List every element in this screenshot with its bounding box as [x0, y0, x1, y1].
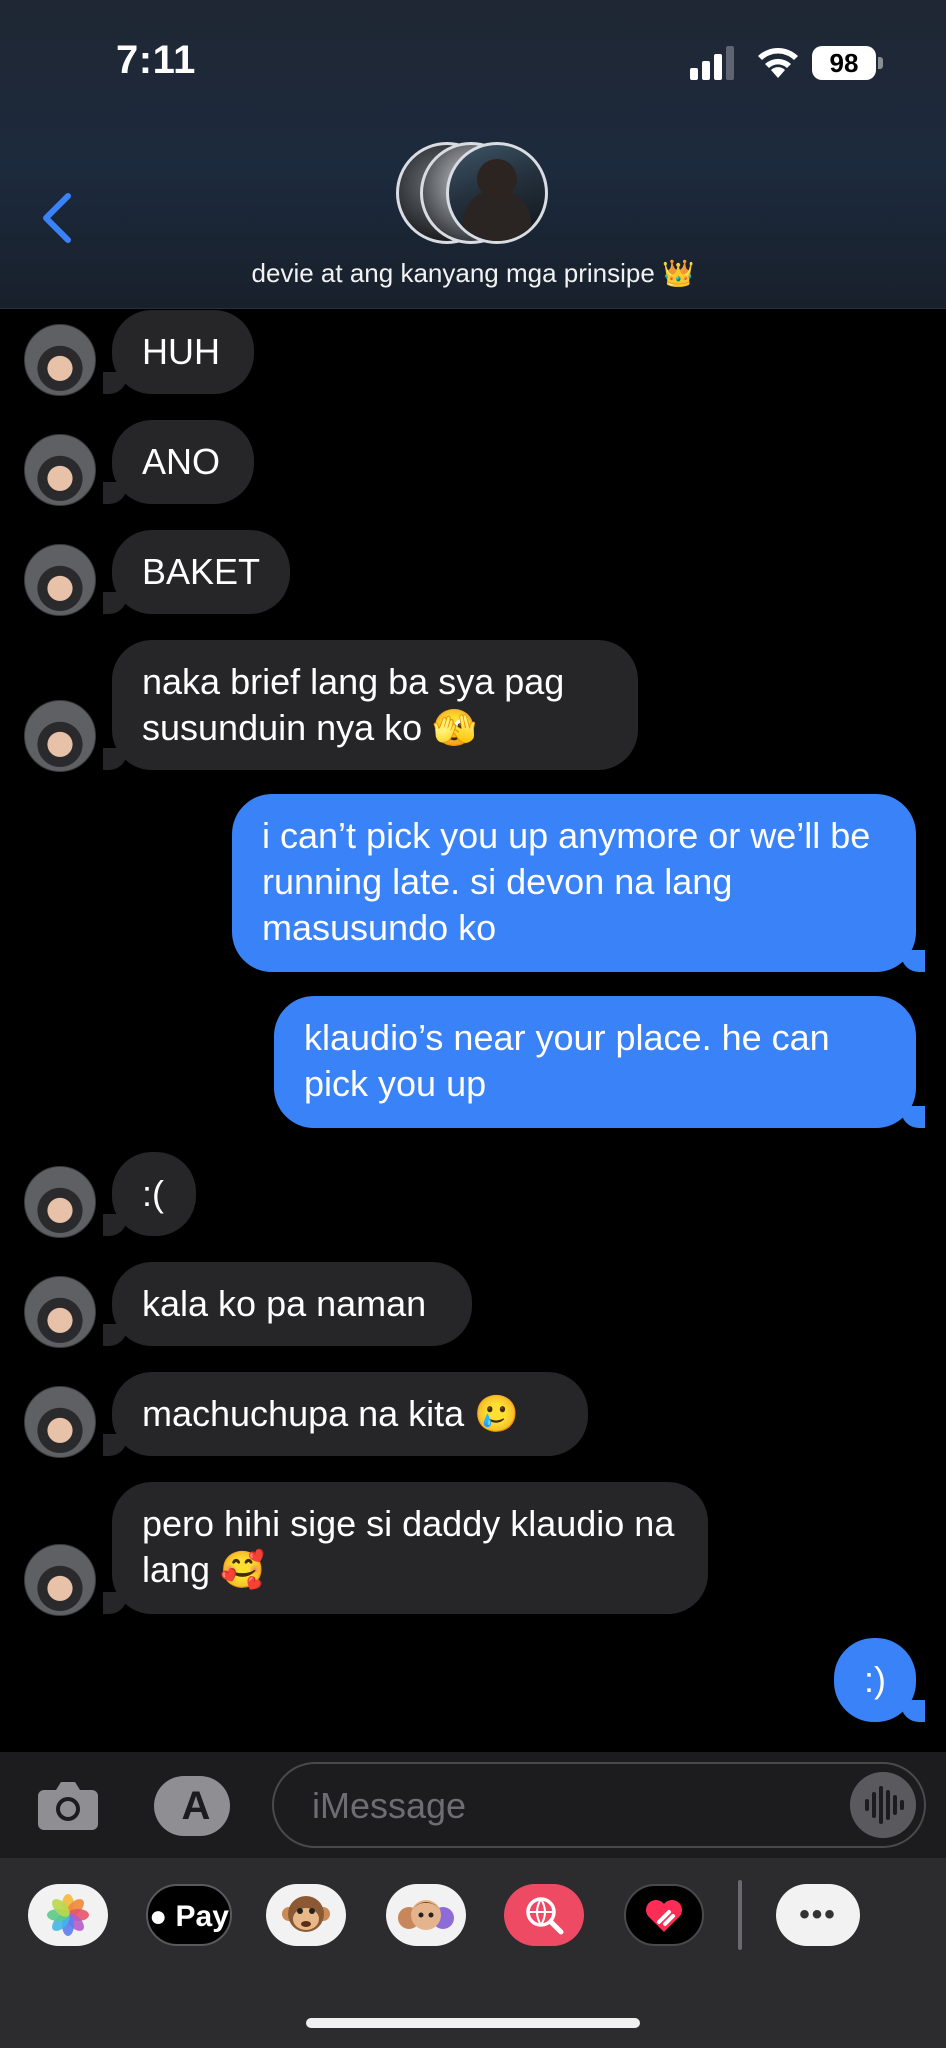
apple-logo-icon: ● [149, 1900, 168, 1933]
more-icon: ••• [799, 1898, 837, 1931]
group-member-avatar [446, 142, 548, 244]
app-store-icon: A [181, 1784, 211, 1828]
sender-avatar[interactable] [24, 700, 96, 772]
voice-memo-icon[interactable] [850, 1772, 916, 1838]
memoji-stickers-icon [398, 1900, 454, 1930]
message-input[interactable] [310, 1778, 814, 1834]
heart-touch-icon [646, 1900, 682, 1932]
message-bubble-outgoing[interactable]: klaudio’s near your place. he can pick y… [274, 996, 925, 1128]
animoji-button[interactable] [266, 1884, 346, 1946]
message-bubble-incoming[interactable]: BAKET [103, 530, 290, 614]
message-bubble-incoming[interactable]: :( [103, 1152, 196, 1236]
message-bubble-incoming[interactable]: naka brief lang ba sya pag susunduin nya… [103, 640, 638, 770]
back-chevron-icon[interactable] [38, 190, 78, 246]
more-apps-button[interactable]: ••• [776, 1884, 860, 1946]
sender-avatar[interactable] [24, 324, 96, 396]
sender-avatar[interactable] [24, 1166, 96, 1238]
apple-pay-label: Pay [175, 1900, 229, 1933]
photos-icon [47, 1894, 89, 1936]
images-search-button[interactable] [504, 1884, 584, 1946]
status-time: 7:11 [116, 38, 196, 82]
camera-icon[interactable] [36, 1778, 100, 1832]
app-store-button[interactable]: A [154, 1776, 230, 1836]
group-name-text: devie at ang kanyang mga prinsipe [251, 258, 655, 288]
battery-level: 98 [812, 46, 876, 80]
globe-search-icon [526, 1897, 564, 1935]
apple-pay-button[interactable]: ● Pay [146, 1884, 232, 1946]
crown-emoji: 👑 [662, 258, 695, 288]
photos-app-button[interactable] [28, 1884, 108, 1946]
message-bubble-incoming[interactable]: kala ko pa naman [103, 1262, 472, 1346]
sender-avatar[interactable] [24, 1386, 96, 1458]
message-bubble-incoming[interactable]: pero hihi sige si daddy klaudio na lang … [103, 1482, 708, 1614]
sender-avatar[interactable] [24, 1544, 96, 1616]
message-bubble-outgoing[interactable]: :) [834, 1638, 925, 1722]
sender-avatar[interactable] [24, 434, 96, 506]
message-bubble-outgoing[interactable]: i can’t pick you up anymore or we’ll be … [232, 794, 925, 972]
group-name[interactable]: devie at ang kanyang mga prinsipe 👑 [0, 258, 946, 289]
app-drawer-divider [738, 1880, 742, 1950]
message-bubble-incoming[interactable]: ANO [103, 420, 254, 504]
group-avatar-stack[interactable] [396, 142, 548, 246]
monkey-icon [282, 1896, 330, 1932]
sender-avatar[interactable] [24, 1276, 96, 1348]
conversation-header: 7:11 98 devie at ang kanyang mga prinsip… [0, 0, 946, 309]
wifi-icon [758, 48, 798, 78]
battery-icon: 98 [812, 46, 884, 80]
digital-touch-button[interactable] [624, 1884, 704, 1946]
imessage-field[interactable] [272, 1762, 926, 1848]
message-bubble-incoming[interactable]: machuchupa na kita 🥲 [103, 1372, 588, 1456]
sender-avatar[interactable] [24, 544, 96, 616]
cellular-signal-icon [690, 46, 734, 80]
message-bubble-incoming[interactable]: HUH [103, 310, 254, 394]
home-indicator[interactable] [306, 2018, 640, 2028]
memoji-button[interactable] [386, 1884, 466, 1946]
